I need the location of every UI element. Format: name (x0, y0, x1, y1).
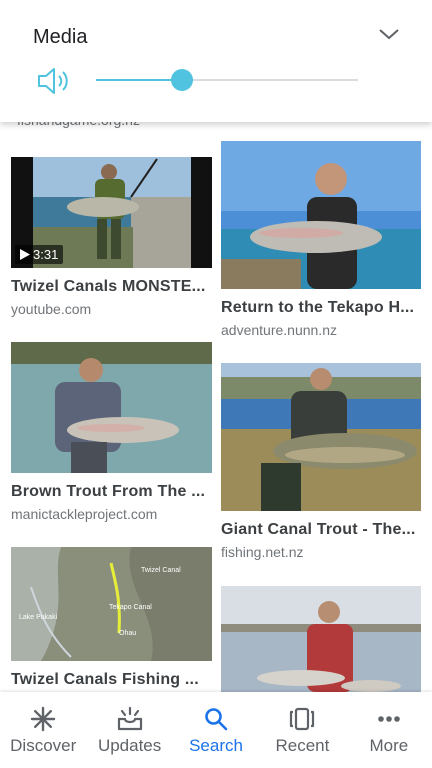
fishing-photo-image (221, 586, 421, 692)
nav-recent[interactable]: Recent (259, 692, 345, 768)
result-source: adventure.nunn.nz (221, 322, 337, 338)
fishing-photo-image (221, 363, 421, 511)
result-title[interactable]: Return to the Tekapo H... (221, 299, 421, 317)
nav-more-label: More (369, 736, 409, 755)
result-source: fishing.net.nz (221, 544, 304, 560)
result-card[interactable]: Twizel Canal Tekapo Canal Ohau Lake Puka… (11, 547, 212, 689)
map-label: Ohau (119, 630, 136, 637)
nav-search-label: Search (189, 736, 243, 755)
result-card[interactable]: Return to the Tekapo H... adventure.nunn… (221, 141, 421, 338)
map-label: Twizel Canal (141, 567, 181, 574)
result-card[interactable]: 3:31 Twizel Canals MONSTE... youtube.com (11, 157, 212, 317)
chevron-down-icon[interactable] (378, 26, 400, 42)
result-card[interactable] (221, 586, 421, 692)
result-card[interactable]: Giant Canal Trout - The... fishing.net.n… (221, 363, 421, 560)
map-thumbnail-image: Twizel Canal Tekapo Canal Ohau Lake Puka… (11, 547, 212, 661)
media-title: Media (33, 26, 88, 48)
nav-discover[interactable]: Discover (0, 692, 86, 768)
nav-recent-label: Recent (275, 736, 330, 755)
more-dots-icon (378, 716, 400, 722)
volume-slider-fill (96, 79, 183, 81)
result-thumbnail[interactable] (11, 342, 212, 473)
result-thumbnail[interactable] (221, 141, 421, 289)
speaker-volume-icon[interactable] (36, 65, 72, 97)
result-card[interactable]: Brown Trout From The ... manictackleproj… (11, 342, 212, 522)
volume-slider[interactable] (96, 68, 358, 92)
video-duration-badge: 3:31 (15, 245, 64, 264)
media-volume-panel: Media (0, 0, 432, 122)
result-thumbnail[interactable] (221, 586, 421, 692)
fishing-photo-image (11, 342, 212, 473)
nav-updates[interactable]: Updates (86, 692, 172, 768)
result-title[interactable]: Giant Canal Trout - The... (221, 521, 421, 539)
asterisk-icon (31, 706, 56, 732)
nav-updates-label: Updates (97, 736, 162, 755)
play-icon (20, 249, 30, 260)
result-thumbnail[interactable]: Twizel Canal Tekapo Canal Ohau Lake Puka… (11, 547, 212, 661)
search-icon (205, 708, 228, 731)
video-duration: 3:31 (33, 247, 59, 262)
result-source: manictackleproject.com (11, 506, 158, 522)
map-label: Lake Pukaki (19, 614, 58, 621)
nav-discover-label: Discover (10, 736, 77, 755)
recent-cards-icon (290, 707, 315, 731)
result-title[interactable]: Brown Trout From The ... (11, 483, 212, 501)
result-title[interactable]: Twizel Canals MONSTE... (11, 278, 212, 296)
nav-more[interactable]: More (346, 692, 432, 768)
inbox-updates-icon (117, 706, 142, 731)
result-source: youtube.com (11, 301, 92, 317)
bottom-navigation: Discover Updates Search Recent More (0, 692, 432, 768)
result-thumbnail[interactable] (221, 363, 421, 511)
result-thumbnail[interactable]: 3:31 (11, 157, 212, 268)
volume-slider-thumb[interactable] (171, 69, 194, 91)
nav-search[interactable]: Search (173, 692, 259, 768)
fishing-photo-image (221, 141, 421, 289)
result-title[interactable]: Twizel Canals Fishing ... (11, 671, 212, 689)
map-label: Tekapo Canal (109, 604, 152, 611)
